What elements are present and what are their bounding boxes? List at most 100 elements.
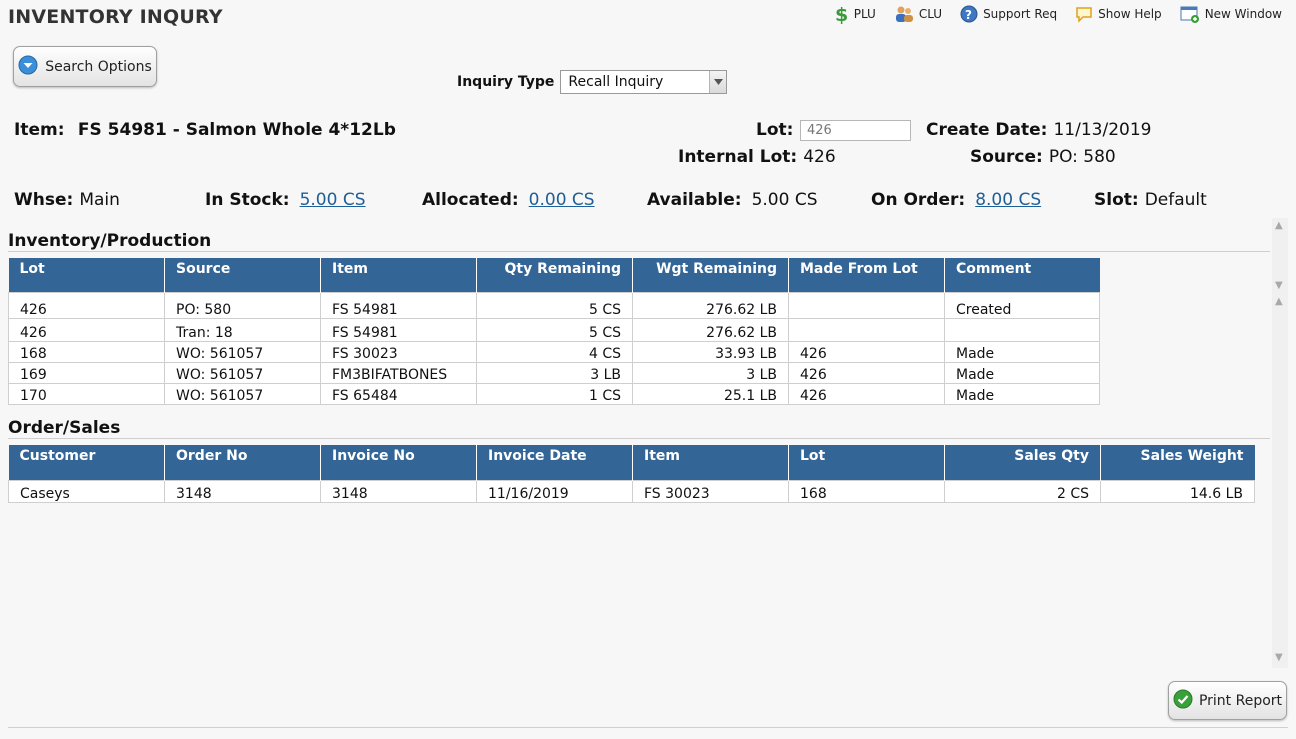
cell-comment: Made [944,382,1100,405]
search-options-label: Search Options [45,58,152,75]
cell-qty-remaining: 3 LB [476,361,633,384]
cell-source: WO: 561057 [164,382,321,405]
cell-made-from-lot: 426 [788,361,945,384]
in-stock-label: In Stock: [205,190,290,210]
col-customer[interactable]: Customer [8,445,165,480]
inventory-table: Lot Source Item Qty Remaining Wgt Remain… [8,258,1100,405]
cell-lot: 168 [788,479,945,503]
search-options-button[interactable]: Search Options [13,46,157,87]
orders-section-divider [8,438,1270,439]
page-title: INVENTORY INQURY [8,6,223,28]
inquiry-type-value: Recall Inquiry [568,74,664,90]
cell-comment: Created [944,291,1100,319]
new-window-button[interactable]: New Window [1180,4,1282,24]
lot-input[interactable] [800,120,911,141]
scroll-down-icon[interactable]: ▼ [1275,280,1283,291]
table-row[interactable]: 168 WO: 561057 FS 30023 4 CS 33.93 LB 426 Made [8,340,1100,363]
cell-item: FM3BIFATBONES [320,361,477,384]
print-report-button[interactable]: Print Report [1168,681,1287,720]
col-qty-remaining[interactable]: Qty Remaining [476,258,633,292]
support-request-button[interactable]: ? Support Req [960,4,1057,24]
col-invoice-date[interactable]: Invoice Date [476,445,633,480]
show-help-button[interactable]: Show Help [1075,4,1162,24]
show-help-label: Show Help [1098,7,1162,21]
speech-bubble-icon [1075,5,1093,23]
inventory-section-divider [8,251,1270,252]
table-row[interactable]: 169 WO: 561057 FM3BIFATBONES 3 LB 3 LB 426 Mad… [8,361,1100,384]
clu-label: CLU [918,7,943,21]
svg-text:?: ? [965,8,972,22]
source-info: Source: PO: 580 [970,147,1116,167]
scroll-down-icon[interactable]: ▼ [1275,652,1283,663]
allocated-label: Allocated: [422,190,519,210]
cell-lot: 169 [8,361,165,384]
top-toolbar: $ PLU CLU ? Support Req Show Help New Wi… [833,4,1282,24]
col-lot[interactable]: Lot [8,258,165,292]
col-order-item[interactable]: Item [632,445,789,480]
cell-wgt-remaining: 25.1 LB [632,382,789,405]
available-value: 5.00 CS [751,190,818,210]
in-stock-info: In Stock: 5.00 CS [205,190,366,210]
orders-table: Customer Order No Invoice No Invoice Dat… [8,445,1255,503]
check-circle-icon [1173,689,1193,713]
cell-item: FS 54981 [320,317,477,342]
whse-info: Whse: Main [14,190,120,210]
help-circle-icon: ? [960,5,978,23]
source-value: PO: 580 [1048,147,1116,167]
in-stock-link[interactable]: 5.00 CS [300,190,366,210]
col-order-no[interactable]: Order No [164,445,321,480]
inquiry-type-group: Inquiry Type Recall Inquiry [457,70,728,94]
table-row[interactable]: 170 WO: 561057 FS 65484 1 CS 25.1 LB 426 Made [8,382,1100,405]
chevron-down-icon[interactable] [709,71,727,93]
cell-customer: Caseys [8,479,165,503]
plu-button[interactable]: $ PLU [833,4,876,24]
new-window-label: New Window [1204,7,1282,21]
col-sales-weight[interactable]: Sales Weight [1100,445,1255,480]
cell-item: FS 30023 [632,479,789,503]
on-order-link[interactable]: 8.00 CS [975,190,1041,210]
svg-text:$: $ [835,4,848,24]
plu-label: PLU [853,7,876,21]
col-sales-qty[interactable]: Sales Qty [944,445,1101,480]
cell-source: WO: 561057 [164,340,321,363]
vertical-scrollbar[interactable]: ▲ ▼ ▲ ▼ [1272,218,1288,668]
table-row[interactable]: 426 PO: 580 FS 54981 5 CS 276.62 LB Created [8,291,1100,319]
allocated-info: Allocated: 0.00 CS [422,190,595,210]
cell-made-from-lot: 426 [788,382,945,405]
cell-qty-remaining: 5 CS [476,291,633,319]
col-source[interactable]: Source [164,258,321,292]
inventory-section-title: Inventory/Production [8,231,212,251]
cell-item: FS 65484 [320,382,477,405]
internal-lot-value: 426 [803,147,836,167]
table-row[interactable]: 426 Tran: 18 FS 54981 5 CS 276.62 LB [8,317,1100,342]
clu-button[interactable]: CLU [894,4,942,24]
inquiry-type-select[interactable]: Recall Inquiry [560,70,728,94]
cell-invoice-no: 3148 [320,479,477,503]
scroll-up-icon[interactable]: ▲ [1275,220,1283,231]
print-report-label: Print Report [1198,692,1283,709]
cell-sales-qty: 2 CS [944,479,1101,503]
dollar-icon: $ [833,4,849,24]
cell-lot: 426 [8,317,165,342]
col-made-from-lot[interactable]: Made From Lot [788,258,945,292]
orders-section-title: Order/Sales [8,418,121,438]
col-invoice-no[interactable]: Invoice No [320,445,477,480]
col-wgt-remaining[interactable]: Wgt Remaining [632,258,789,292]
cell-qty-remaining: 4 CS [476,340,633,363]
allocated-link[interactable]: 0.00 CS [529,190,595,210]
chevron-down-circle-icon [18,55,38,79]
table-row[interactable]: Caseys 3148 3148 11/16/2019 FS 30023 168 2 CS 1… [8,479,1255,503]
bottom-divider [8,727,1288,728]
col-comment[interactable]: Comment [944,258,1100,292]
lot-label-wrap: Lot: [756,120,793,140]
scroll-up-icon[interactable]: ▲ [1275,296,1283,307]
cell-wgt-remaining: 276.62 LB [632,317,789,342]
cell-made-from-lot [788,317,945,342]
internal-lot-label: Internal Lot: [678,147,798,167]
col-item[interactable]: Item [320,258,477,292]
col-order-lot[interactable]: Lot [788,445,945,480]
inquiry-type-label: Inquiry Type [457,74,555,90]
cell-comment: Made [944,361,1100,384]
cell-qty-remaining: 1 CS [476,382,633,405]
cell-wgt-remaining: 33.93 LB [632,340,789,363]
